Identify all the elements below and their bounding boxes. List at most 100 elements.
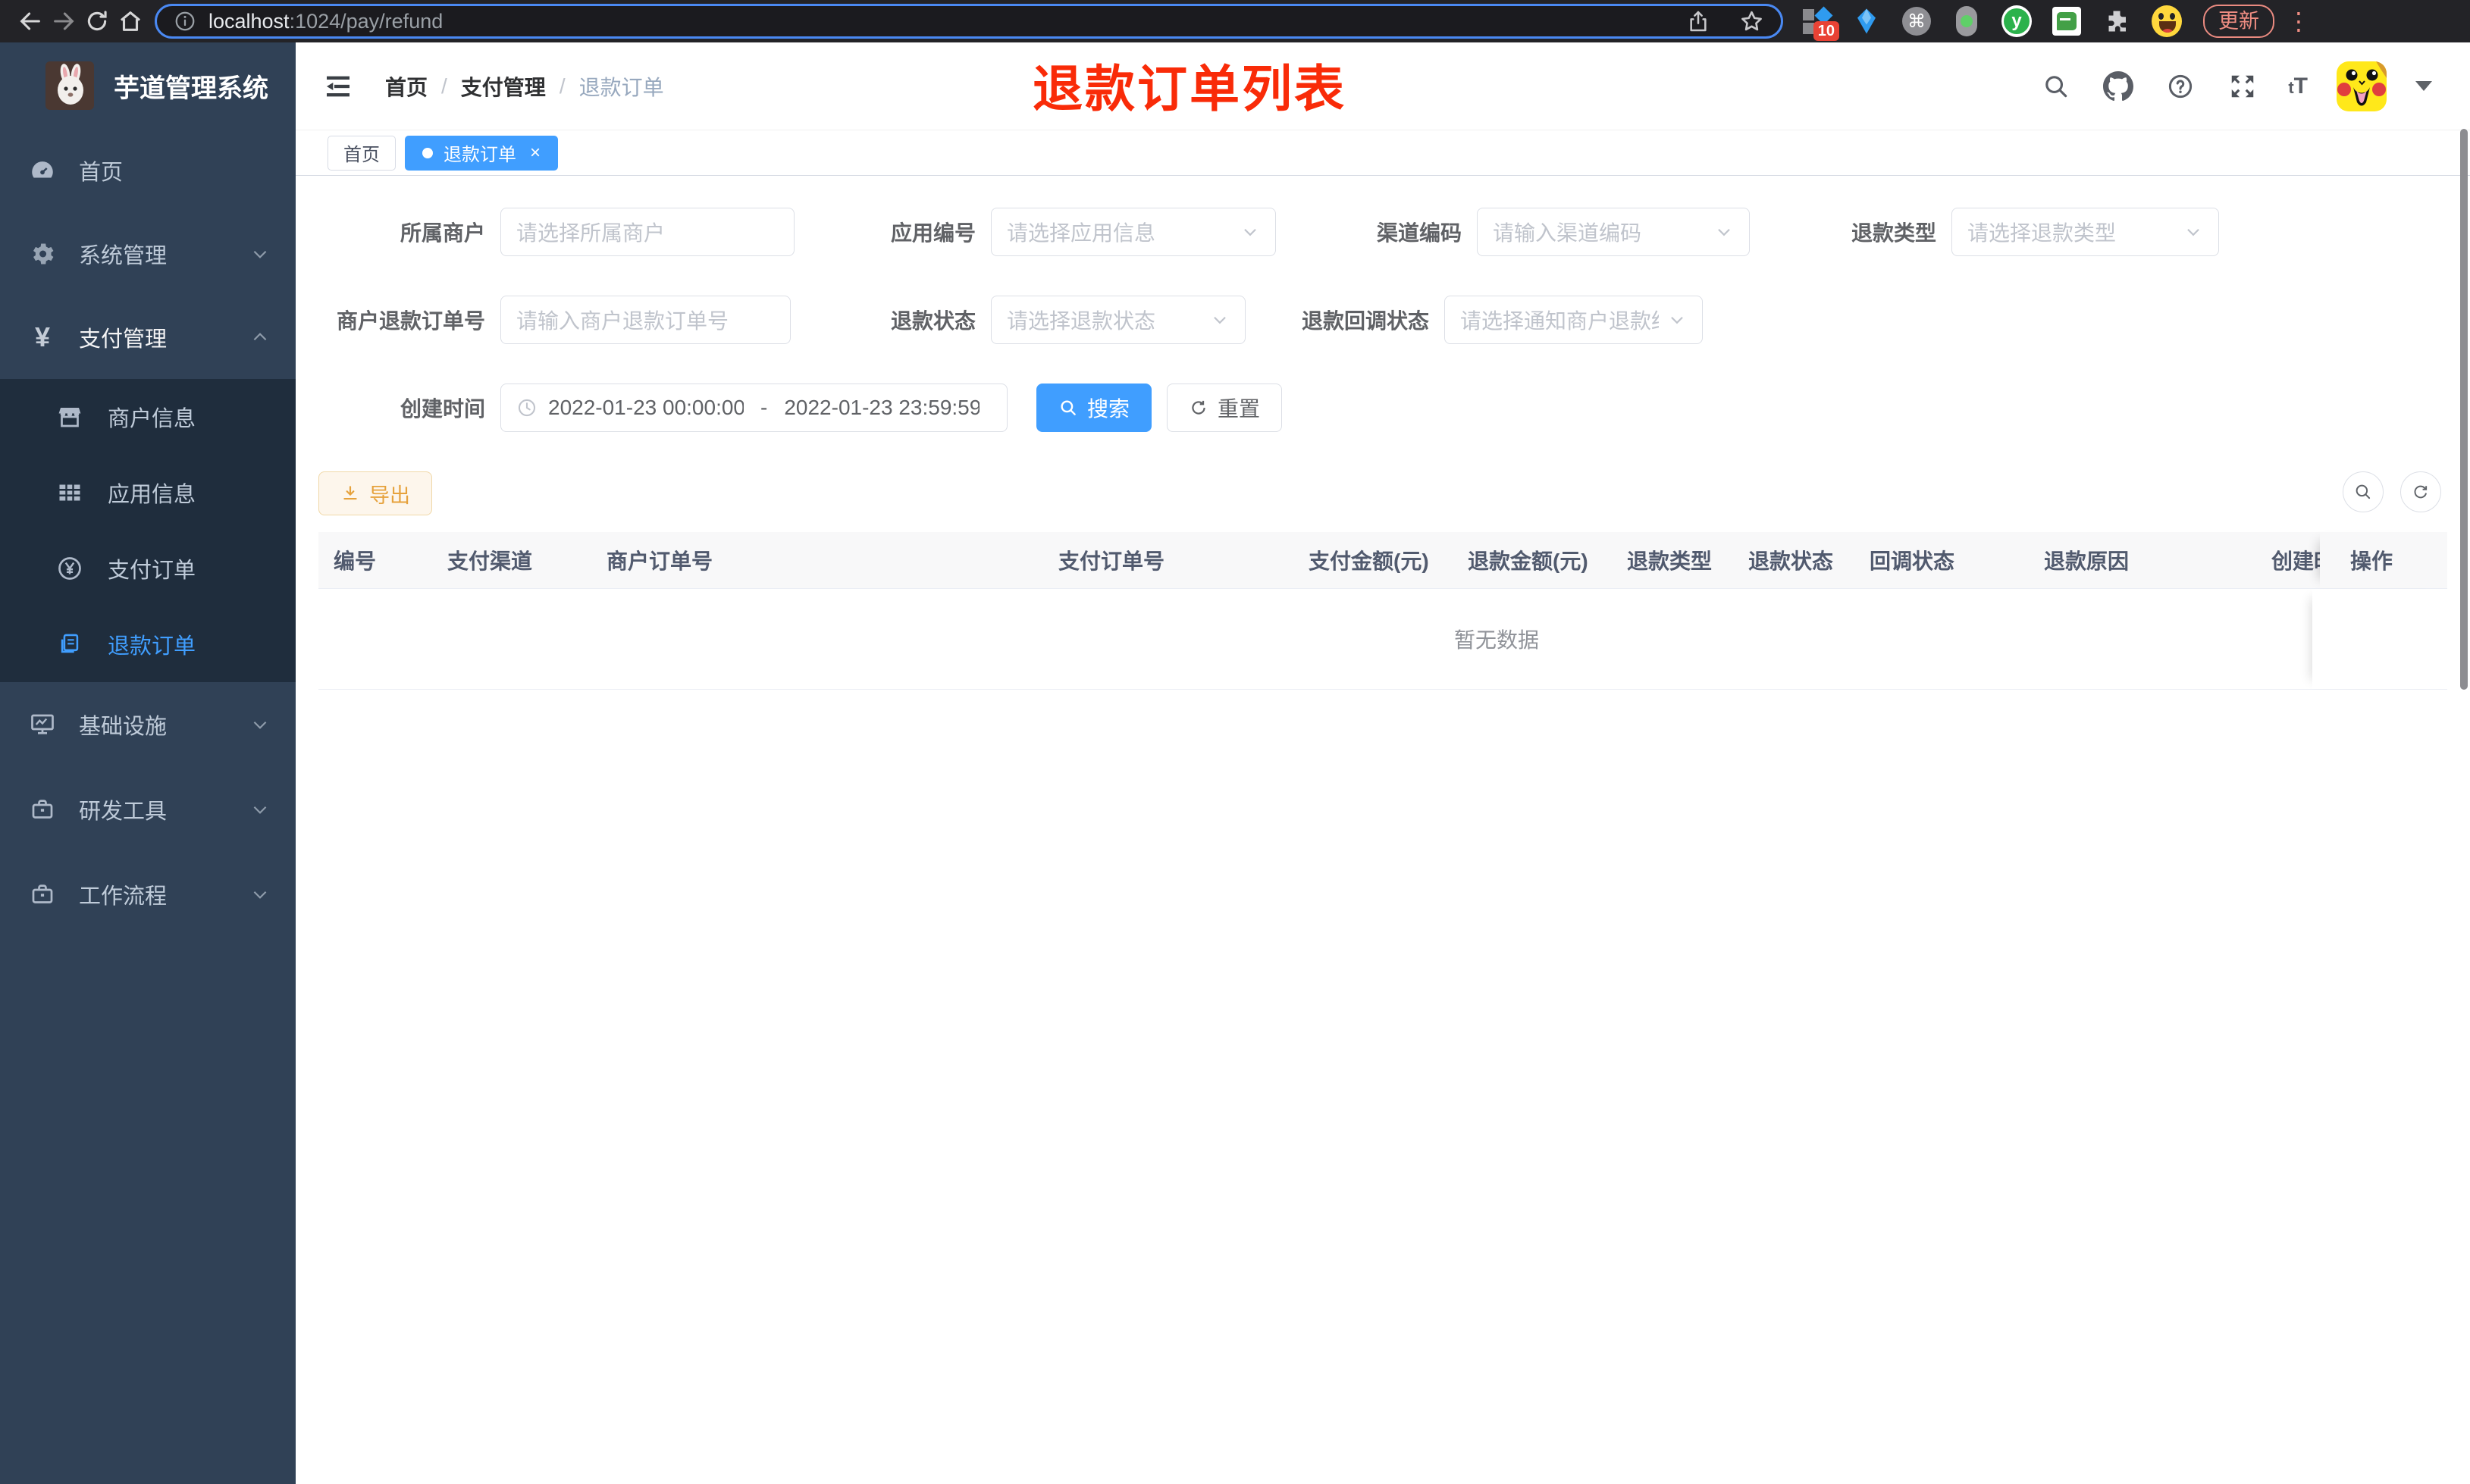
refund-table: 编号 支付渠道 商户订单号 支付订单号 支付金额(元) 退款金额(元) 退款类型… xyxy=(318,532,2447,690)
field-label: 退款类型 xyxy=(1851,221,1936,245)
site-info-icon[interactable] xyxy=(174,10,196,33)
sidebar-item-workflow[interactable]: 工作流程 xyxy=(0,852,296,937)
briefcase-icon xyxy=(27,796,58,823)
reset-button[interactable]: 重置 xyxy=(1167,384,1283,432)
refresh-table-button[interactable] xyxy=(2400,471,2441,512)
app-title: 芋道管理系统 xyxy=(114,74,268,103)
tab-home[interactable]: 首页 xyxy=(328,135,396,171)
search-icon[interactable] xyxy=(2039,70,2073,103)
column-header: 退款类型 xyxy=(1627,549,1713,573)
browser-update-button[interactable]: 更新 xyxy=(2203,5,2274,38)
reload-icon[interactable] xyxy=(80,5,114,38)
channel-select[interactable]: 请输入渠道编码 xyxy=(1477,208,1750,256)
active-dot xyxy=(422,147,433,158)
sidebar-item-refund-order[interactable]: 退款订单 xyxy=(0,606,296,682)
sidebar-item-dev-tools[interactable]: 研发工具 xyxy=(0,767,296,852)
yen-icon: ¥ xyxy=(34,321,51,352)
show-search-toggle-button[interactable] xyxy=(2343,471,2384,512)
command-extension-icon[interactable]: ⌘ xyxy=(1901,5,1932,38)
breadcrumb-pay[interactable]: 支付管理 xyxy=(461,71,546,102)
logo-rabbit-image xyxy=(45,61,94,110)
refund-type-select[interactable]: 请选择退款类型 xyxy=(1951,208,2219,256)
field-label: 商户退款订单号 xyxy=(336,309,485,333)
sidebar-item-merchant-info[interactable]: 商户信息 xyxy=(0,379,296,455)
help-icon[interactable] xyxy=(2164,70,2197,103)
extensions-puzzle-icon[interactable] xyxy=(2102,5,2132,38)
document-copy-icon xyxy=(55,631,85,657)
search-icon xyxy=(2356,484,2371,499)
tab-manager-extension-icon[interactable]: 10 xyxy=(1801,5,1839,41)
column-header: 退款金额(元) xyxy=(1468,549,1588,573)
tab-refund-order[interactable]: 退款订单 × xyxy=(405,135,559,171)
field-label: 渠道编码 xyxy=(1376,221,1462,245)
field-label: 应用编号 xyxy=(890,221,976,245)
app-root: 芋道管理系统 首页 系统管理 ¥ 支付管理 商户信息 应用信息 支付订单 退款订… xyxy=(0,42,2470,1484)
search-button[interactable]: 搜索 xyxy=(1036,384,1152,432)
store-icon xyxy=(55,403,85,430)
github-icon[interactable] xyxy=(2102,70,2135,103)
column-header: 创建时间 xyxy=(2271,549,2320,573)
home-icon[interactable] xyxy=(114,5,147,38)
search-icon xyxy=(1061,400,1076,415)
app-select[interactable]: 请选择应用信息 xyxy=(991,208,1276,256)
forward-icon[interactable] xyxy=(47,5,80,38)
sidebar-item-label: 系统管理 xyxy=(79,244,168,268)
chevron-down-icon xyxy=(253,250,267,258)
sidebar-item-label: 商户信息 xyxy=(108,407,196,431)
create-time-range-picker[interactable]: 2022-01-23 00:00:00 - 2022-01-23 23:59:5… xyxy=(500,384,1008,432)
extension-toolbar: 10 ⌘ y xyxy=(1801,5,2182,41)
column-header: 退款原因 xyxy=(2044,549,2130,573)
chevron-down-icon xyxy=(1667,310,1687,330)
chat-extension-icon[interactable] xyxy=(2052,5,2082,38)
breadcrumb-current: 退款订单 xyxy=(578,75,664,99)
url-bar[interactable]: localhost:1024/pay/refund xyxy=(155,4,1783,39)
sidebar-item-app-info[interactable]: 应用信息 xyxy=(0,455,296,531)
breadcrumb-separator: / xyxy=(559,74,566,98)
filter-row-3: 创建时间 2022-01-23 00:00:00 - 2022-01-23 23… xyxy=(318,384,2447,432)
avatar-caret-icon[interactable] xyxy=(2415,81,2432,91)
url-host: localhost xyxy=(208,9,290,33)
sidebar-item-label: 研发工具 xyxy=(79,800,168,824)
gem-extension-icon[interactable] xyxy=(1851,5,1882,38)
notify-status-select[interactable]: 请选择通知商户退款结果的回调状态 xyxy=(1444,296,1703,344)
start-date-value: 2022-01-23 00:00:00 xyxy=(548,396,744,419)
main-panel: 退款订单列表 首页 / 支付管理 / 退款订单 tT 首页 退款订单 × 所属商… xyxy=(296,42,2470,1484)
download-icon xyxy=(343,486,357,500)
clock-icon xyxy=(516,397,538,418)
sidebar-item-label: 首页 xyxy=(79,161,124,185)
table-header-row: 编号 支付渠道 商户订单号 支付订单号 支付金额(元) 退款金额(元) 退款类型… xyxy=(318,532,2447,588)
user-avatar[interactable] xyxy=(2337,61,2387,111)
share-icon[interactable] xyxy=(1686,9,1710,33)
empty-text: 暂无数据 xyxy=(1453,628,1539,652)
sidebar-item-infra[interactable]: 基础设施 xyxy=(0,682,296,767)
merchant-input[interactable]: 请选择所属商户 xyxy=(500,208,795,256)
hamburger-icon[interactable] xyxy=(321,70,355,103)
gear-icon xyxy=(27,240,58,268)
browser-menu-icon[interactable]: ⋮ xyxy=(2287,7,2311,36)
emoji-extension-icon[interactable] xyxy=(2152,5,2182,38)
export-button[interactable]: 导出 xyxy=(318,471,432,515)
fullscreen-icon[interactable] xyxy=(2226,70,2259,103)
refund-status-select[interactable]: 请选择退款状态 xyxy=(991,296,1246,344)
bookmark-star-icon[interactable] xyxy=(1739,9,1764,34)
sidebar-item-home[interactable]: 首页 xyxy=(0,129,296,212)
breadcrumb-home[interactable]: 首页 xyxy=(385,71,428,102)
font-size-icon[interactable]: tT xyxy=(2288,74,2308,99)
filter-row-1: 所属商户 请选择所属商户 应用编号 请选择应用信息 渠道编码 请输入渠道编码 退… xyxy=(318,208,2447,256)
back-icon[interactable] xyxy=(14,5,47,38)
tab-label: 退款订单 xyxy=(444,145,516,165)
chevron-down-icon xyxy=(1240,222,1260,242)
sidebar-item-pay[interactable]: ¥ 支付管理 xyxy=(0,296,296,379)
sidebar-item-pay-order[interactable]: 支付订单 xyxy=(0,531,296,606)
column-header: 编号 xyxy=(334,549,377,573)
close-icon[interactable]: × xyxy=(530,143,541,162)
status-dot-extension-icon[interactable] xyxy=(1951,5,1982,38)
sidebar-item-system[interactable]: 系统管理 xyxy=(0,212,296,296)
y-extension-icon[interactable]: y xyxy=(2001,5,2032,38)
sidebar-submenu-pay: 商户信息 应用信息 支付订单 退款订单 xyxy=(0,379,296,682)
sidebar-item-label: 支付订单 xyxy=(108,559,196,583)
column-header: 支付渠道 xyxy=(447,549,533,573)
merchant-refund-no-input[interactable]: 请输入商户退款订单号 xyxy=(500,296,791,344)
sidebar-logo[interactable]: 芋道管理系统 xyxy=(0,42,296,129)
page-scrollbar[interactable] xyxy=(2460,129,2468,690)
